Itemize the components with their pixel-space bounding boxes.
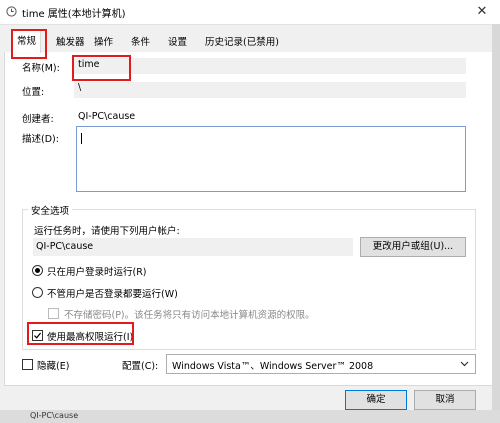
no-store-password-label: 不存储密码(P)。该任务将只有访问本地计算机资源的权限。 bbox=[64, 310, 315, 321]
hidden-checkbox[interactable] bbox=[22, 359, 33, 370]
tab-conditions[interactable]: 条件 bbox=[127, 34, 154, 51]
tab-history[interactable]: 历史记录(已禁用) bbox=[201, 34, 283, 51]
tab-actions[interactable]: 操作 bbox=[90, 34, 117, 51]
text-cursor bbox=[81, 133, 82, 144]
configure-select[interactable]: Windows Vista™、Windows Server™ 2008 bbox=[166, 354, 476, 374]
configure-label: 配置(C): bbox=[122, 361, 159, 372]
run-as-caption: 运行任务时，请使用下列用户帐户: bbox=[34, 226, 180, 237]
radio-logged-on-label[interactable]: 只在用户登录时运行(R) bbox=[47, 264, 147, 278]
highlight-box-name bbox=[72, 55, 131, 81]
location-value: \ bbox=[78, 82, 82, 93]
tab-settings[interactable]: 设置 bbox=[164, 34, 191, 51]
configure-value: Windows Vista™、Windows Server™ 2008 bbox=[172, 361, 374, 372]
name-label: 名称(M): bbox=[22, 63, 60, 74]
description-input[interactable] bbox=[76, 126, 466, 192]
change-user-button[interactable]: 更改用户或组(U)... bbox=[360, 237, 466, 257]
author-value: QI-PC\cause bbox=[78, 111, 136, 122]
description-label: 描述(D): bbox=[22, 134, 59, 145]
cancel-button[interactable]: 取消 bbox=[414, 390, 476, 410]
run-as-user: QI-PC\cause bbox=[36, 241, 94, 252]
close-button[interactable]: ✕ bbox=[468, 2, 496, 22]
tab-triggers[interactable]: 触发器 bbox=[52, 34, 89, 51]
location-field bbox=[74, 82, 466, 98]
author-label: 创建者: bbox=[22, 114, 54, 125]
location-label: 位置: bbox=[22, 87, 45, 98]
no-store-password-checkbox bbox=[48, 308, 59, 319]
clock-icon bbox=[6, 6, 17, 17]
name-field[interactable] bbox=[74, 58, 466, 74]
radio-whether-logged-label[interactable]: 不管用户是否登录都要运行(W) bbox=[47, 286, 178, 300]
background-status-text: QI-PC\cause bbox=[30, 411, 79, 420]
ok-button[interactable]: 确定 bbox=[345, 390, 407, 410]
window-title: time 属性(本地计算机) bbox=[22, 9, 126, 20]
hidden-label[interactable]: 隐藏(E) bbox=[37, 358, 69, 372]
chevron-down-icon bbox=[460, 361, 469, 367]
radio-logged-on[interactable] bbox=[32, 265, 43, 276]
highlight-box-privileges bbox=[27, 322, 134, 345]
background-window-edge bbox=[492, 24, 500, 423]
radio-whether-logged[interactable] bbox=[32, 287, 43, 298]
security-group-title: 安全选项 bbox=[28, 203, 73, 217]
highlight-box-tab bbox=[11, 29, 47, 59]
